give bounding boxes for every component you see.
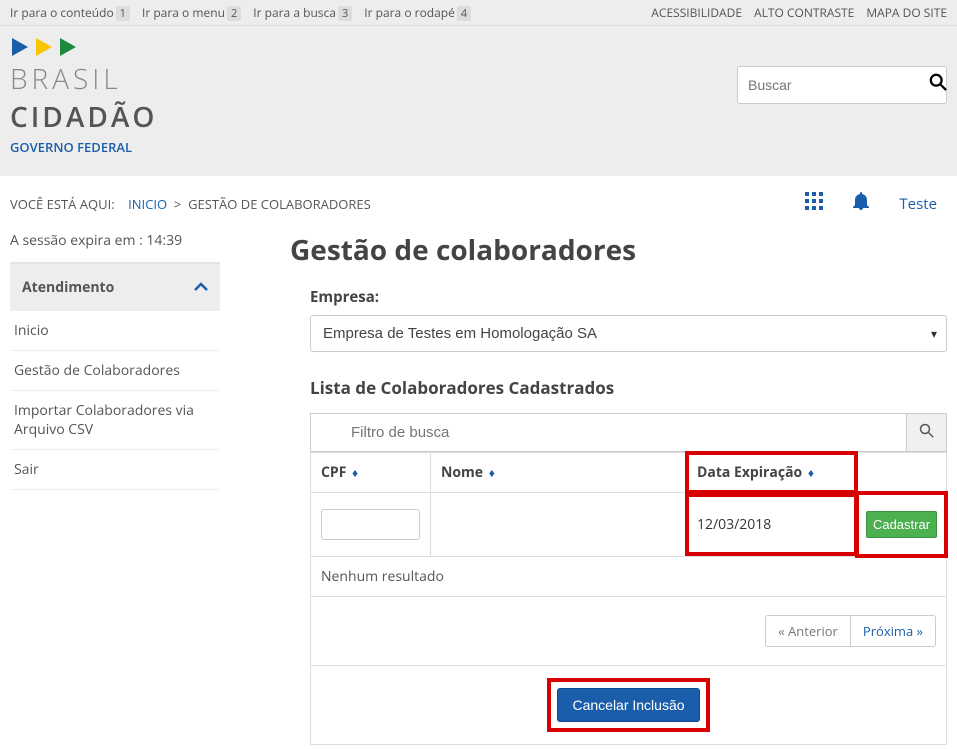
no-result-row: Nenhum resultado (311, 557, 947, 597)
user-name[interactable]: Teste (899, 194, 937, 214)
filter-search-button[interactable] (907, 413, 947, 452)
sidebar-item-inicio[interactable]: Inicio (10, 311, 220, 351)
search-box (737, 66, 947, 104)
sidebar-item-importar[interactable]: Importar Colaboradores via Arquivo CSV (10, 391, 220, 450)
skip-search[interactable]: Ir para a busca3 (253, 4, 352, 21)
accessibility-link[interactable]: ACESSIBILIDADE (651, 4, 742, 21)
brand-brasil: BRASIL (10, 60, 157, 98)
sidebar: A sessão expira em : 14:39 Atendimento I… (10, 231, 220, 745)
pager-next[interactable]: Próxima » (850, 615, 936, 647)
chevron-up-icon (194, 278, 208, 297)
sort-icon: ♦ (808, 464, 814, 481)
empresa-select[interactable]: Empresa de Testes em Homologação SA (310, 315, 947, 352)
sitemap-link[interactable]: MAPA DO SITE (866, 4, 947, 21)
sort-icon: ♦ (489, 464, 495, 481)
skip-footer[interactable]: Ir para o rodapé4 (364, 4, 471, 21)
search-icon[interactable] (929, 73, 947, 97)
page-title: Gestão de colaboradores (290, 231, 947, 269)
brand-cidadao: CIDADÃO (10, 98, 157, 136)
pagination: « Anterior Próxima » (765, 615, 936, 647)
search-input[interactable] (748, 77, 929, 93)
logo[interactable]: BRASIL CIDADÃO GOVERNO FEDERAL (10, 36, 157, 156)
sidebar-header-atendimento[interactable]: Atendimento (10, 262, 220, 311)
cadastrar-button[interactable]: Cadastrar (866, 511, 937, 538)
data-expiracao-cell: 12/03/2018 (687, 495, 856, 554)
user-area: Teste (805, 192, 937, 215)
pager-prev[interactable]: « Anterior (765, 615, 850, 647)
filter-input[interactable] (310, 413, 907, 452)
breadcrumb-row: VOCÊ ESTÁ AQUI: INICIO > GESTÃO DE COLAB… (0, 176, 957, 231)
logo-chevrons (10, 36, 157, 58)
breadcrumb-home[interactable]: INICIO (128, 195, 167, 213)
table-row: 12/03/2018 Cadastrar (311, 493, 947, 557)
cancelar-inclusao-button[interactable]: Cancelar Inclusão (557, 688, 699, 722)
list-header: Lista de Colaboradores Cadastrados (310, 376, 947, 399)
breadcrumb: VOCÊ ESTÁ AQUI: INICIO > GESTÃO DE COLAB… (10, 195, 371, 213)
apps-icon[interactable] (805, 192, 823, 215)
header: BRASIL CIDADÃO GOVERNO FEDERAL (0, 26, 957, 176)
empresa-label: Empresa: (310, 287, 947, 307)
cpf-input[interactable] (321, 509, 420, 540)
skip-links: Ir para o conteúdo1 Ir para o menu2 Ir p… (10, 4, 471, 21)
main: A sessão expira em : 14:39 Atendimento I… (0, 231, 957, 745)
high-contrast-link[interactable]: ALTO CONTRASTE (754, 4, 854, 21)
sort-icon: ♦ (352, 464, 358, 481)
skip-menu[interactable]: Ir para o menu2 (142, 4, 241, 21)
sidebar-item-gestao[interactable]: Gestão de Colaboradores (10, 351, 220, 391)
sidebar-item-sair[interactable]: Sair (10, 450, 220, 490)
content: Gestão de colaboradores Empresa: Empresa… (290, 231, 947, 745)
col-nome[interactable]: Nome ♦ (431, 453, 687, 493)
col-cpf[interactable]: CPF ♦ (311, 453, 431, 493)
session-expiry: A sessão expira em : 14:39 (10, 231, 220, 250)
skip-content[interactable]: Ir para o conteúdo1 (10, 4, 130, 21)
col-data-expiracao[interactable]: Data Expiração ♦ (687, 453, 856, 492)
accessibility-bar: Ir para o conteúdo1 Ir para o menu2 Ir p… (0, 0, 957, 26)
colaboradores-table: CPF ♦ Nome ♦ Data Expiração ♦ 12/03/2018 (310, 452, 947, 745)
brand-gov: GOVERNO FEDERAL (10, 138, 157, 156)
top-right-links: ACESSIBILIDADE ALTO CONTRASTE MAPA DO SI… (651, 4, 947, 21)
breadcrumb-current: GESTÃO DE COLABORADORES (188, 195, 371, 213)
bell-icon[interactable] (853, 192, 869, 215)
